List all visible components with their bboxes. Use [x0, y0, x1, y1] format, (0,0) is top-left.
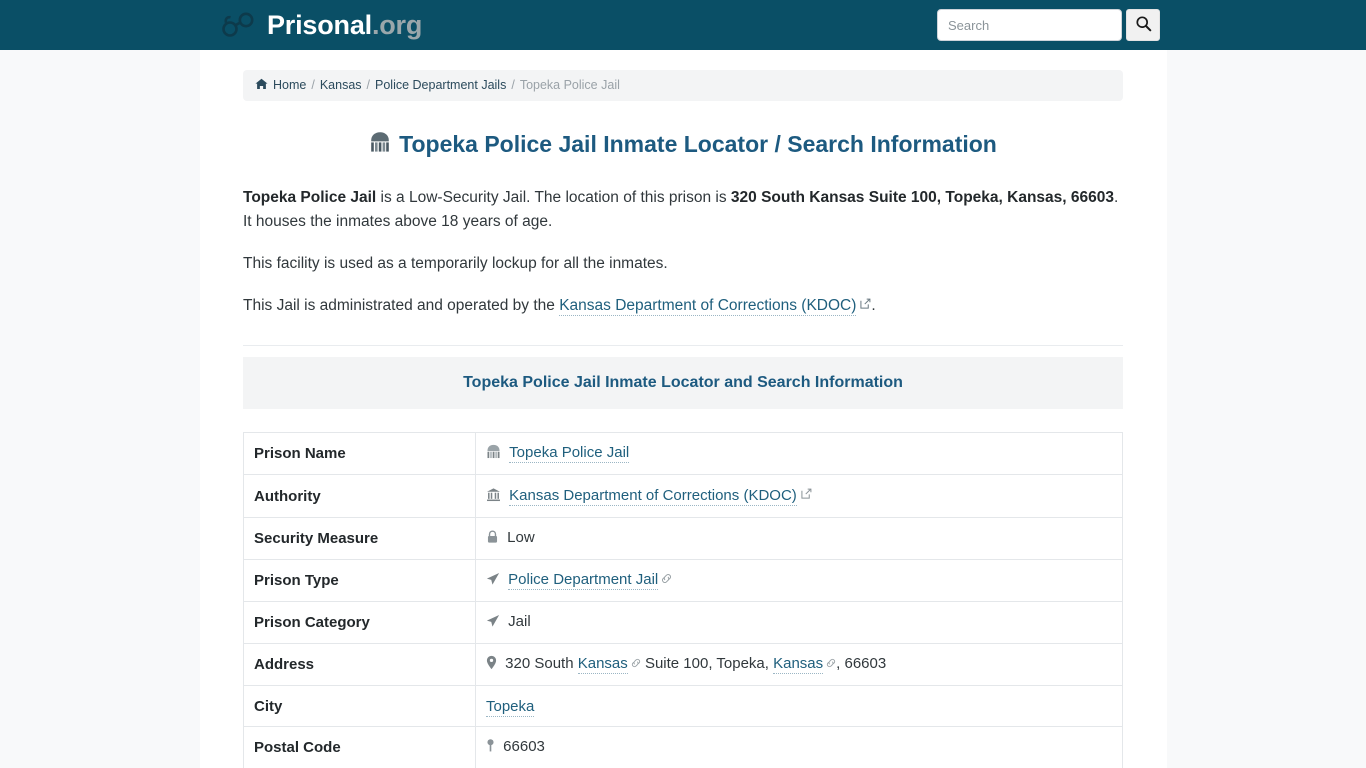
- jail-building-icon: [486, 444, 505, 463]
- breadcrumb-separator: /: [311, 78, 315, 92]
- breadcrumb-separator: /: [366, 78, 371, 92]
- site-header: Prisonal.org: [0, 0, 1366, 50]
- address-mid: Suite 100, Topeka,: [640, 655, 774, 673]
- table-row: Prison Type Police Department Jail: [243, 559, 1123, 602]
- kdoc-link[interactable]: Kansas Department of Corrections (KDOC): [559, 297, 857, 317]
- intro-text-1: is a Low-Security Jail. The location of …: [376, 189, 731, 207]
- facility-paragraph: This facility is used as a temporarily l…: [243, 255, 668, 273]
- link-address-state-1[interactable]: Kansas: [577, 655, 628, 675]
- link-prison-name[interactable]: Topeka Police Jail: [509, 444, 630, 464]
- paper-plane-icon: [486, 615, 504, 632]
- breadcrumb: Home / Kansas / Police Department Jails …: [243, 70, 1123, 101]
- prison-info-table: Prison Name Topeka Police Jail Authority…: [243, 432, 1123, 768]
- row-value-security-measure: Low: [475, 517, 1123, 560]
- chain-link-icon: [631, 655, 641, 672]
- page-title: Topeka Police Jail Inmate Locator / Sear…: [243, 131, 1123, 160]
- row-label-city: City: [243, 685, 476, 727]
- map-marker-icon: [486, 739, 499, 757]
- row-label-security-measure: Security Measure: [243, 517, 476, 560]
- chain-link-icon: [661, 571, 672, 588]
- value-postal-code: 66603: [503, 738, 545, 756]
- address-post: , 66603: [836, 655, 887, 673]
- row-label-prison-category: Prison Category: [243, 601, 476, 644]
- breadcrumb-item-police-department-jails[interactable]: Police Department Jails: [375, 79, 506, 92]
- table-row: Prison Name Topeka Police Jail: [243, 432, 1123, 475]
- row-label-authority: Authority: [243, 474, 476, 518]
- external-link-icon: [860, 296, 871, 313]
- brand-name: Prisonal: [267, 9, 372, 40]
- row-label-postal-code: Postal Code: [243, 726, 476, 768]
- row-label-prison-name: Prison Name: [243, 432, 476, 475]
- breadcrumb-item-current: Topeka Police Jail: [519, 78, 620, 92]
- section-divider: [243, 345, 1123, 347]
- row-value-prison-category: Jail: [475, 601, 1123, 644]
- header-search: [937, 9, 1160, 41]
- table-row: Postal Code 66603: [243, 726, 1123, 768]
- jail-building-icon: [369, 131, 391, 160]
- address-pre: 320 South: [505, 655, 578, 673]
- value-security-measure: Low: [507, 529, 535, 547]
- authority-paragraph: This Jail is administrated and operated …: [243, 293, 1123, 318]
- page-title-text: Topeka Police Jail Inmate Locator / Sear…: [399, 131, 997, 157]
- row-value-address: 320 South Kansas Suite 100, Topeka, Kans…: [475, 643, 1123, 686]
- link-city[interactable]: Topeka: [486, 697, 535, 717]
- magnifier-icon: [1135, 15, 1152, 35]
- row-value-city: Topeka: [475, 685, 1123, 727]
- external-link-icon: [801, 486, 812, 503]
- page-background: Home / Kansas / Police Department Jails …: [0, 50, 1366, 768]
- intro-address: 320 South Kansas Suite 100, Topeka, Kans…: [730, 189, 1114, 207]
- row-value-authority: Kansas Department of Corrections (KDOC): [475, 474, 1123, 518]
- table-row: Prison Category Jail: [243, 601, 1123, 644]
- breadcrumb-item-home[interactable]: Home: [273, 79, 306, 92]
- row-label-prison-type: Prison Type: [243, 559, 476, 602]
- row-value-postal-code: 66603: [475, 726, 1123, 768]
- link-authority[interactable]: Kansas Department of Corrections (KDOC): [509, 487, 797, 507]
- intro-prison-name: Topeka Police Jail: [243, 189, 377, 207]
- site-logo-link[interactable]: Prisonal.org: [218, 10, 422, 40]
- content-container: Home / Kansas / Police Department Jails …: [199, 50, 1167, 768]
- breadcrumb-item-kansas[interactable]: Kansas: [320, 79, 362, 92]
- paper-plane-icon: [486, 573, 504, 590]
- brand-text: Prisonal.org: [267, 9, 423, 40]
- table-caption: Topeka Police Jail Inmate Locator and Se…: [243, 357, 1123, 410]
- lock-icon: [486, 530, 503, 548]
- brand-tld: .org: [371, 9, 423, 40]
- table-row: Authority Kansas Department of Correctio…: [243, 474, 1123, 518]
- value-prison-category: Jail: [508, 613, 531, 631]
- authority-prefix: This Jail is administrated and operated …: [243, 297, 560, 315]
- row-value-prison-type: Police Department Jail: [475, 559, 1123, 602]
- bank-icon: [486, 488, 505, 506]
- intro-paragraph: Topeka Police Jail is a Low-Security Jai…: [243, 186, 1123, 234]
- home-icon: [255, 78, 268, 93]
- table-row: City Topeka: [243, 685, 1123, 727]
- chain-link-icon: [826, 655, 836, 672]
- handcuffs-icon: [218, 10, 258, 40]
- breadcrumb-separator: /: [511, 78, 515, 92]
- table-row: Address 320 South Kansas Suite 100, Tope…: [243, 643, 1123, 686]
- link-prison-type[interactable]: Police Department Jail: [508, 571, 659, 591]
- search-button[interactable]: [1126, 9, 1160, 41]
- authority-suffix: .: [871, 297, 876, 315]
- map-pin-icon: [486, 656, 501, 674]
- table-row: Security Measure Low: [243, 517, 1123, 560]
- row-label-address: Address: [243, 643, 476, 686]
- row-value-prison-name: Topeka Police Jail: [475, 432, 1123, 475]
- link-address-state-2[interactable]: Kansas: [773, 655, 824, 675]
- search-input[interactable]: [937, 9, 1122, 41]
